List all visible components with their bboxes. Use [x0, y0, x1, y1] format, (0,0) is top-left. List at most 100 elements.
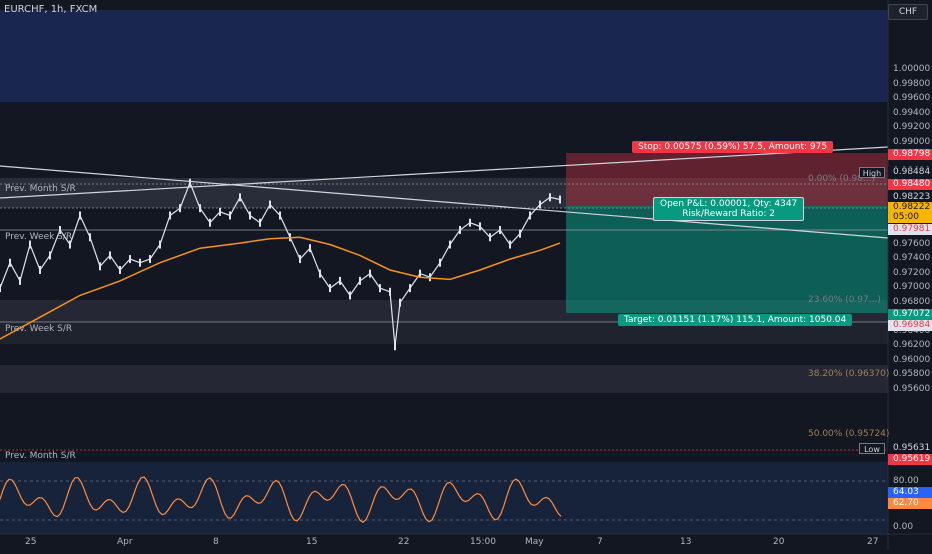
price-point [439, 258, 441, 267]
price-point [339, 276, 341, 285]
chart-root[interactable]: EURCHF, 1h, FXCM CHF Prev. Month S/R Pre… [0, 0, 932, 550]
price-label-96984: 0.96984 [888, 320, 932, 331]
price-point [359, 276, 361, 285]
price-point [299, 255, 301, 264]
chart-title: EURCHF, 1h, FXCM [4, 4, 98, 15]
price-tick: 0.99200 [893, 122, 931, 133]
price-tick: 0.99600 [893, 93, 931, 104]
price-point [389, 287, 391, 296]
price-tick: 0.97400 [893, 253, 931, 264]
price-point [479, 222, 481, 231]
price-tick: 0.97600 [893, 238, 931, 249]
price-point [409, 284, 411, 293]
price-point [99, 262, 101, 271]
price-tick: 0.96800 [893, 296, 931, 307]
price-tick: 0.96000 [893, 354, 931, 365]
price-point [309, 244, 311, 253]
price-tick: 0.99800 [893, 78, 931, 89]
price-point [469, 218, 471, 227]
time-tick: 25 [25, 537, 37, 547]
target-price-label: 0.97072 [888, 309, 932, 320]
price-tick: 0.99400 [893, 107, 931, 118]
price-point [329, 284, 331, 293]
price-point [259, 218, 261, 227]
price-point [489, 233, 491, 242]
price-point [399, 298, 401, 307]
time-tick: 8 [213, 537, 219, 547]
price-point [269, 200, 271, 209]
price-tick: 1.00000 [893, 64, 931, 75]
price-point [109, 251, 111, 260]
price-point [0, 284, 1, 293]
price-point [159, 240, 161, 249]
prev-week-sr-1: Prev. Week S/R [5, 232, 73, 242]
time-tick: 15:00 [470, 537, 496, 547]
stop-price-label: 0.98798 [888, 149, 932, 160]
low-tag: Low [859, 443, 885, 454]
red-price-label: 0.98480 [888, 179, 932, 190]
rr-text: Risk/Reward Ratio: 2 [682, 209, 776, 219]
price-point [559, 195, 561, 204]
time-tick: 22 [398, 537, 410, 547]
price-tick: 0.99000 [893, 136, 931, 147]
osc-value-1: 64.03 [888, 487, 932, 498]
time-tick: 7 [597, 537, 603, 547]
time-tick: Apr [117, 537, 133, 547]
price-point [39, 265, 41, 274]
time-tick: 20 [773, 537, 785, 547]
price-point [179, 204, 181, 213]
high-tag: High [859, 167, 885, 178]
osc-tick-0: 0.00 [893, 522, 914, 532]
price-point [79, 211, 81, 220]
price-chart[interactable] [0, 0, 932, 550]
target-tag: Target: 0.01151 (1.17%) 115.1, Amount: 1… [618, 314, 853, 326]
price-point [49, 251, 51, 260]
price-point [19, 276, 21, 285]
price-point [499, 226, 501, 234]
price-point [369, 269, 371, 278]
price-point [549, 193, 551, 202]
fib-50: 50.00% (0.95724) [808, 429, 890, 439]
price-point [519, 229, 521, 238]
prev-month-sr-top: Prev. Month S/R [5, 184, 76, 194]
entry-price-label: 0.97981 [888, 224, 932, 235]
price-point [169, 211, 171, 220]
price-point [449, 240, 451, 249]
oscillator-pane [0, 462, 888, 534]
sr-band-4 [0, 365, 888, 393]
price-point [459, 226, 461, 234]
open-pl-tag: Open P&L: 0.00001, Qty: 4347 Risk/Reward… [653, 197, 805, 221]
time-tick: 13 [680, 537, 692, 547]
price-point [119, 265, 121, 274]
blue-zone [0, 10, 888, 102]
osc-tick-80: 80.00 [893, 476, 919, 486]
price-tick: 0.97000 [893, 282, 931, 293]
price-point [89, 233, 91, 242]
price-point [189, 178, 191, 187]
price-tick: 0.96200 [893, 340, 931, 351]
price-point [509, 240, 511, 249]
price-point [394, 342, 396, 351]
price-point [249, 211, 251, 220]
fib-38: 38.20% (0.96370) [808, 369, 890, 379]
price-point [239, 193, 241, 202]
prev-month-sr-bottom: Prev. Month S/R [5, 451, 76, 461]
price-point [529, 211, 531, 220]
price-tick: 0.95800 [893, 369, 931, 380]
osc-value-2: 62.70 [888, 498, 932, 509]
high-price-label: 0.98484 [888, 167, 932, 178]
low-price-label: 0.95631 [888, 443, 932, 454]
price-point [9, 258, 11, 267]
prev-week-sr-2: Prev. Week S/R [5, 324, 73, 334]
price-point [199, 204, 201, 213]
low-red-price-label: 0.95619 [888, 454, 932, 465]
price-point [219, 207, 221, 216]
fib-23: 23.60% (0.97...) [808, 295, 881, 305]
time-tick: 15 [306, 537, 318, 547]
currency-button[interactable]: CHF [888, 4, 928, 20]
price-point [149, 255, 151, 264]
price-tick: 0.97200 [893, 267, 931, 278]
price-point [129, 255, 131, 264]
price-point [279, 211, 281, 220]
stop-tag: Stop: 0.00575 (0.59%) 57.5, Amount: 975 [632, 141, 834, 153]
